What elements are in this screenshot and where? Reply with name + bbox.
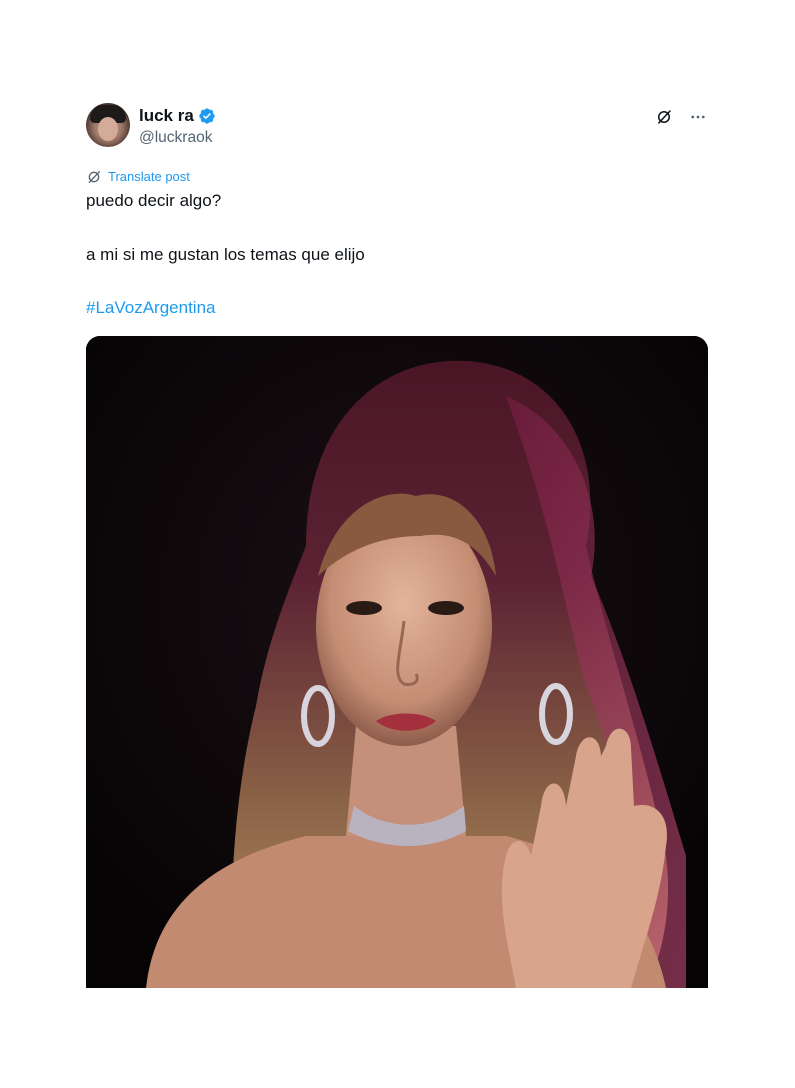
author-handle[interactable]: @luckraok: [139, 127, 216, 149]
tweet-card: luck ra @luckraok Translate post puedo d…: [86, 103, 708, 319]
tweet-media-photo[interactable]: [86, 336, 708, 988]
display-name-text[interactable]: luck ra: [139, 105, 194, 127]
photo-illustration: [86, 336, 708, 988]
avatar[interactable]: [86, 103, 130, 147]
tweet-text: puedo decir algo? a mi si me gustan los …: [86, 190, 708, 266]
grok-icon[interactable]: [654, 107, 674, 127]
translate-post-link[interactable]: Translate post: [86, 169, 708, 185]
translate-icon: [86, 169, 102, 185]
hashtag-link[interactable]: #LaVozArgentina: [86, 297, 216, 319]
author-names: luck ra @luckraok: [139, 105, 216, 149]
photo-right-eye: [428, 601, 464, 615]
tweet-header: luck ra @luckraok: [86, 103, 708, 149]
photo-left-eye: [346, 601, 382, 615]
author-display-name[interactable]: luck ra: [139, 105, 216, 127]
more-options-icon[interactable]: [688, 107, 708, 127]
top-actions: [654, 107, 708, 127]
translate-post-label[interactable]: Translate post: [108, 169, 190, 185]
tweet-text-line: a mi si me gustan los temas que elijo: [86, 245, 365, 264]
verified-badge-icon[interactable]: [198, 107, 216, 125]
tweet-text-line: puedo decir algo?: [86, 191, 222, 210]
avatar-face: [98, 117, 118, 141]
